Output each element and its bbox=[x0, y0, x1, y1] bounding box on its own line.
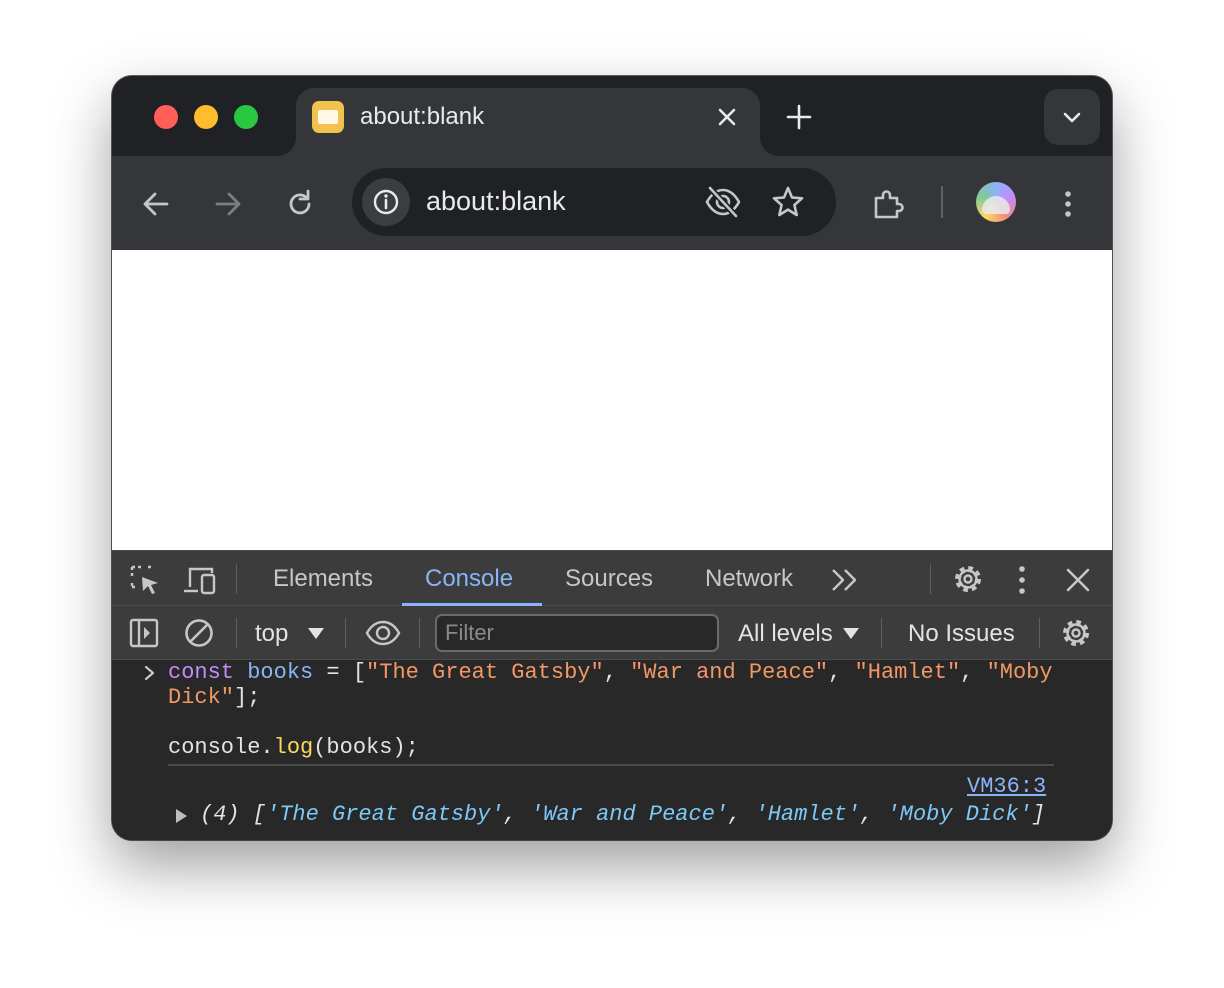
info-icon bbox=[373, 189, 399, 215]
chevron-down-icon bbox=[1063, 112, 1081, 123]
profile-avatar[interactable] bbox=[976, 182, 1016, 222]
console-toolbar-divider bbox=[419, 618, 420, 648]
context-selector[interactable]: top bbox=[255, 620, 288, 648]
console-toolbar-divider bbox=[1039, 618, 1040, 648]
console-output[interactable]: const books = ["The Great Gatsby", "War … bbox=[112, 660, 1112, 840]
log-token: ] bbox=[1031, 802, 1045, 827]
console-toolbar-divider bbox=[345, 618, 346, 648]
tab-search-button[interactable] bbox=[1044, 89, 1100, 145]
prompt-chevron-icon bbox=[144, 665, 155, 681]
log-token: , bbox=[860, 802, 887, 827]
more-menu-icon[interactable] bbox=[1050, 186, 1086, 222]
minimize-window-button[interactable] bbox=[194, 105, 218, 129]
log-token: (4) [ bbox=[200, 802, 267, 827]
bookmark-star-icon[interactable] bbox=[770, 184, 806, 220]
console-toolbar-divider bbox=[881, 618, 882, 648]
code-token: ]; bbox=[234, 685, 261, 710]
devtools-tab-bar: Elements Console Sources Network bbox=[112, 550, 1112, 606]
extensions-puzzle-icon[interactable] bbox=[870, 186, 906, 222]
url-text[interactable]: about:blank bbox=[426, 186, 566, 217]
code-token: (books); bbox=[313, 735, 419, 760]
log-token: 'War and Peace' bbox=[530, 802, 729, 827]
site-info-button[interactable] bbox=[362, 178, 410, 226]
sidebar-toggle-icon[interactable] bbox=[128, 617, 160, 649]
tab-title: about:blank bbox=[360, 103, 485, 130]
tab-about-blank[interactable]: about:blank bbox=[278, 88, 778, 156]
levels-dropdown-caret-icon[interactable] bbox=[843, 628, 859, 639]
devtools-panel: Elements Console Sources Network top Fil… bbox=[112, 550, 1112, 840]
devtools-divider bbox=[930, 564, 931, 594]
expand-triangle-icon[interactable] bbox=[176, 809, 187, 823]
log-output-array[interactable]: (4) ['The Great Gatsby', 'War and Peace'… bbox=[200, 802, 1045, 827]
log-token: , bbox=[728, 802, 755, 827]
code-token: "Hamlet" bbox=[854, 660, 961, 685]
code-token: , bbox=[960, 660, 987, 685]
page-favicon-icon bbox=[312, 101, 344, 133]
code-token: books bbox=[247, 660, 314, 685]
inspect-element-icon[interactable] bbox=[128, 563, 162, 597]
close-window-button[interactable] bbox=[154, 105, 178, 129]
log-token: 'Moby Dick' bbox=[886, 802, 1032, 827]
code-token: Dick" bbox=[168, 685, 235, 710]
settings-gear-icon[interactable] bbox=[951, 562, 985, 596]
console-filter-input[interactable] bbox=[435, 614, 719, 652]
forward-arrow-icon[interactable] bbox=[210, 186, 246, 222]
code-token: "War and Peace" bbox=[630, 660, 829, 685]
reload-icon[interactable] bbox=[282, 186, 318, 222]
context-dropdown-caret-icon[interactable] bbox=[308, 628, 324, 639]
more-tabs-chevron-icon[interactable] bbox=[830, 567, 860, 593]
code-token: , bbox=[603, 660, 631, 685]
console-toolbar-divider bbox=[236, 618, 237, 648]
tab-console[interactable]: Console bbox=[425, 565, 513, 593]
code-token: "Moby bbox=[986, 660, 1053, 685]
address-bar[interactable]: about:blank bbox=[352, 168, 836, 236]
toolbar-divider bbox=[941, 186, 943, 218]
source-location-link[interactable]: VM36:3 bbox=[967, 774, 1046, 799]
close-devtools-icon[interactable] bbox=[1064, 566, 1092, 594]
browser-toolbar: about:blank bbox=[112, 156, 1112, 250]
new-tab-icon[interactable] bbox=[784, 102, 814, 132]
log-token: , bbox=[503, 802, 531, 827]
browser-window: about:blank about:blank Elements Console… bbox=[112, 76, 1112, 840]
code-token: console. bbox=[168, 735, 274, 760]
log-token: 'The Great Gatsby' bbox=[266, 802, 504, 827]
eye-off-icon[interactable] bbox=[704, 184, 742, 220]
code-token: log bbox=[273, 735, 314, 760]
tab-sources[interactable]: Sources bbox=[565, 565, 653, 593]
close-tab-icon[interactable] bbox=[714, 104, 740, 130]
tab-elements[interactable]: Elements bbox=[273, 565, 373, 593]
log-levels-dropdown[interactable]: All levels bbox=[738, 620, 833, 648]
console-settings-gear-icon[interactable] bbox=[1059, 616, 1093, 650]
device-toolbar-icon[interactable] bbox=[182, 563, 218, 597]
tab-network[interactable]: Network bbox=[705, 565, 793, 593]
devtools-divider bbox=[236, 564, 237, 594]
code-token: , bbox=[828, 660, 855, 685]
page-viewport bbox=[112, 250, 1112, 550]
back-arrow-icon[interactable] bbox=[138, 186, 174, 222]
message-divider bbox=[168, 764, 1054, 766]
code-token: "The Great Gatsby" bbox=[366, 660, 604, 685]
zoom-window-button[interactable] bbox=[234, 105, 258, 129]
log-token: 'Hamlet' bbox=[754, 802, 861, 827]
console-toolbar: top All levels No Issues bbox=[112, 606, 1112, 660]
tab-strip: about:blank bbox=[112, 76, 1112, 156]
issues-counter[interactable]: No Issues bbox=[908, 620, 1015, 648]
console-input-code[interactable]: const books = ["The Great Gatsby", "War … bbox=[168, 660, 1068, 760]
clear-console-icon[interactable] bbox=[183, 617, 215, 649]
code-token: = [ bbox=[313, 660, 367, 685]
code-token: const bbox=[168, 660, 235, 685]
devtools-more-icon[interactable] bbox=[1010, 563, 1034, 597]
live-expression-eye-icon[interactable] bbox=[364, 618, 402, 648]
